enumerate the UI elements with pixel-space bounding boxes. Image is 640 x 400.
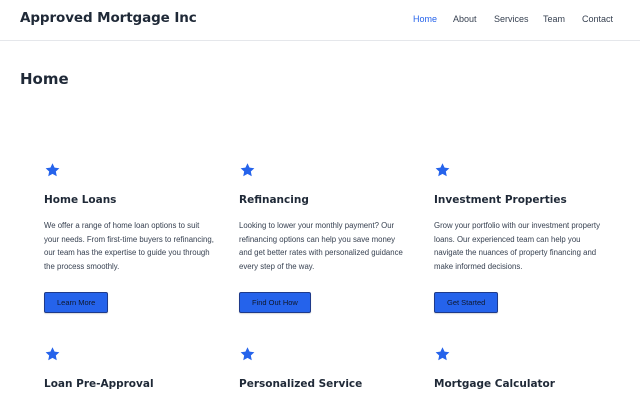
find-out-how-button[interactable]: Find Out How (239, 292, 311, 313)
nav-contact[interactable]: Contact (582, 14, 613, 24)
star-icon (44, 346, 61, 362)
nav-team[interactable]: Team (543, 14, 565, 24)
star-icon (44, 162, 61, 178)
page-title: Home (20, 70, 69, 88)
brand-name[interactable]: Approved Mortgage Inc (20, 10, 197, 26)
card-title: Loan Pre-Approval (44, 378, 154, 390)
site-header: Approved Mortgage Inc Home About Service… (0, 0, 640, 41)
card-description: Grow your portfolio with our investment … (434, 221, 600, 271)
card-title: Personalized Service (239, 378, 363, 390)
card-description: Looking to lower your monthly payment? O… (239, 221, 403, 271)
get-started-button[interactable]: Get Started (434, 292, 499, 313)
nav-services[interactable]: Services (494, 14, 529, 24)
card-title: Home Loans (44, 194, 117, 206)
card-title: Investment Properties (434, 194, 567, 206)
star-icon (434, 162, 451, 178)
nav-home[interactable]: Home (413, 14, 437, 24)
nav-about[interactable]: About (453, 14, 477, 24)
star-icon (239, 162, 256, 178)
card-description: We offer a range of home loan options to… (44, 221, 214, 271)
star-icon (434, 346, 451, 362)
learn-more-button[interactable]: Learn More (44, 292, 109, 313)
card-title: Mortgage Calculator (434, 378, 555, 390)
star-icon (239, 346, 256, 362)
card-title: Refinancing (239, 194, 309, 206)
